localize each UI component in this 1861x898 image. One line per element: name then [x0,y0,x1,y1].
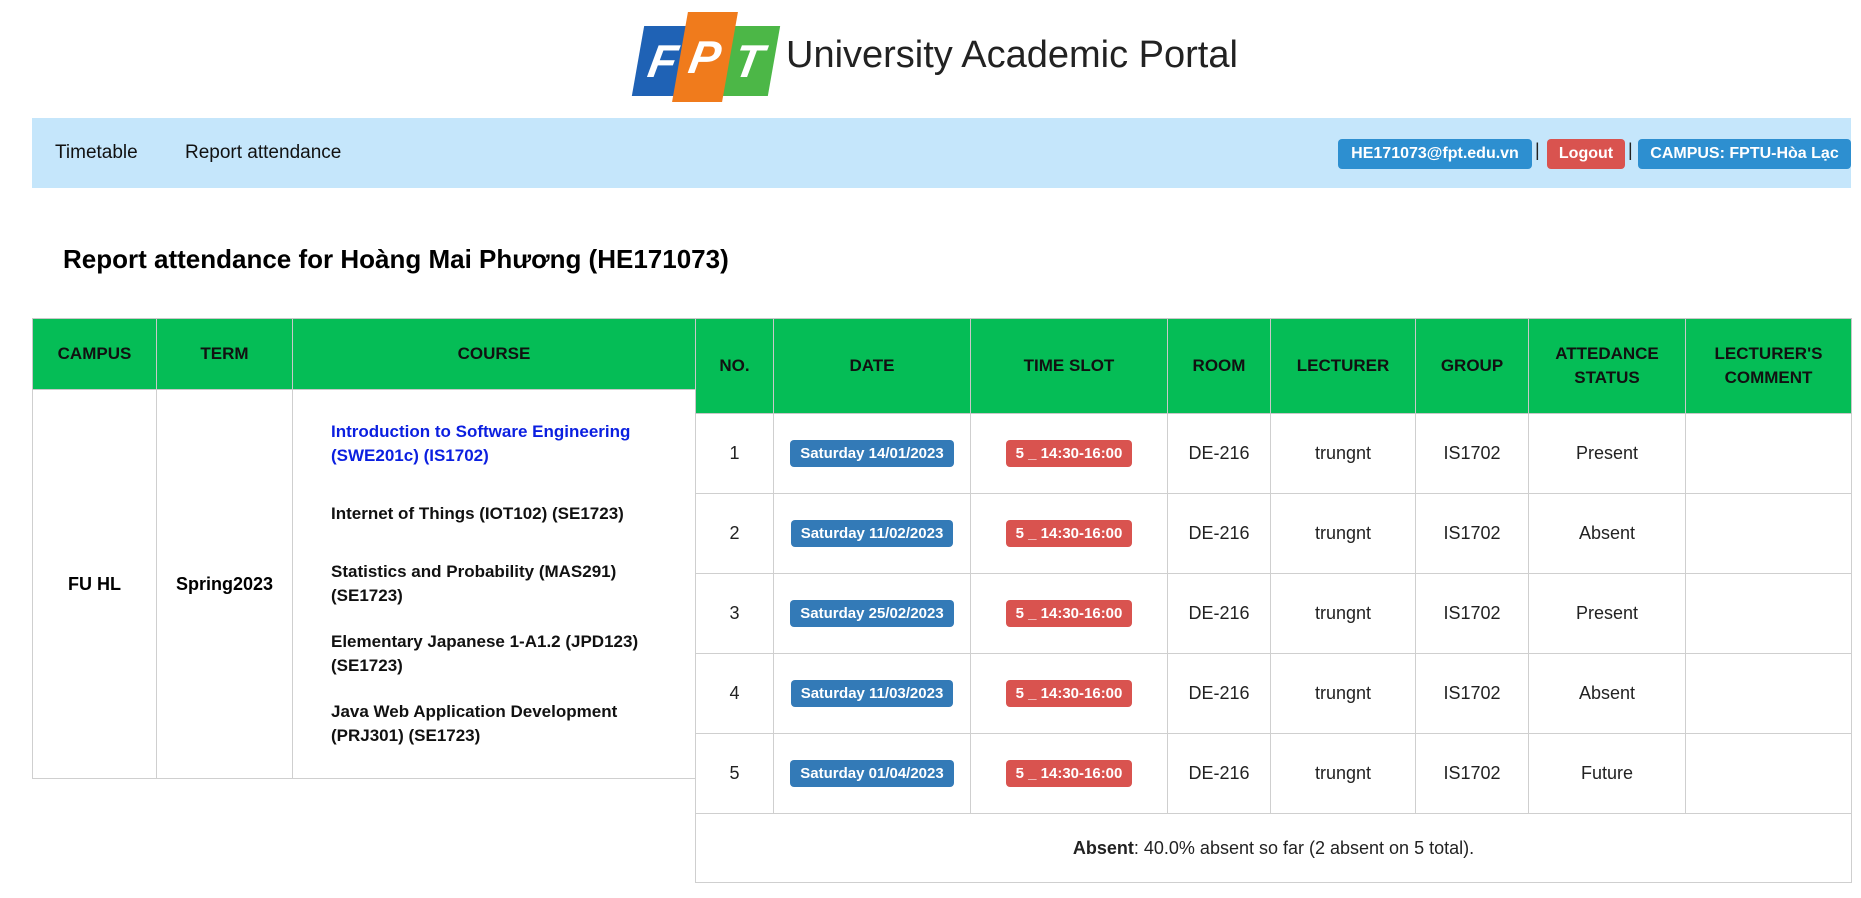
header-lecturer: LECTURER [1270,318,1416,414]
comment-cell [1685,493,1852,574]
portal-title: University Academic Portal [786,34,1238,76]
course-table: CAMPUS TERM COURSE FU HL Spring2023 Intr… [32,318,696,779]
lecturer-cell: trungnt [1270,413,1416,494]
group-cell: IS1702 [1415,733,1529,814]
campus-cell[interactable]: FU HL [32,389,157,779]
term-cell[interactable]: Spring2023 [156,389,293,779]
nav-separator: | [1628,140,1633,160]
time-slot-badge: 5 _ 14:30-16:00 [1005,760,1133,787]
course-link-swe201c[interactable]: Introduction to Software Engineering (SW… [331,420,679,468]
header-no: NO. [695,318,774,414]
status-cell: Present [1528,413,1686,494]
header-group: GROUP [1415,318,1529,414]
lecturer-cell: trungnt [1270,573,1416,654]
table-row: 2 Saturday 11/02/2023 5 _ 14:30-16:00 DE… [695,493,1852,574]
comment-cell [1685,573,1852,654]
nav-bar: Timetable Report attendance HE171073@fpt… [32,118,1851,188]
summary-text: : 40.0% absent so far (2 absent on 5 tot… [1133,837,1475,858]
date-badge: Saturday 01/04/2023 [790,760,954,787]
row-no: 2 [695,493,774,574]
status-cell: Absent [1528,493,1686,574]
header-term: TERM [156,318,293,390]
room-cell: DE-216 [1167,653,1271,734]
group-cell: IS1702 [1415,493,1529,574]
slot-cell: 5 _ 14:30-16:00 [970,493,1168,574]
date-badge: Saturday 11/02/2023 [790,520,954,547]
date-cell: Saturday 25/02/2023 [773,573,971,654]
course-link-iot102[interactable]: Internet of Things (IOT102) (SE1723) [331,490,679,538]
time-slot-badge: 5 _ 14:30-16:00 [1005,440,1133,467]
table-row: 3 Saturday 25/02/2023 5 _ 14:30-16:00 DE… [695,573,1852,654]
attendance-table: NO. DATE TIME SLOT ROOM LECTURER GROUP A… [695,318,1852,883]
summary-row: Absent: 40.0% absent so far (2 absent on… [695,813,1852,883]
nav-separator: | [1535,140,1540,160]
header-attendance-status: ATTEDANCE STATUS [1528,318,1686,414]
summary-label: Absent [1072,837,1134,858]
header-date: DATE [773,318,971,414]
date-cell: Saturday 14/01/2023 [773,413,971,494]
header-course: COURSE [292,318,696,390]
date-badge: Saturday 11/03/2023 [790,680,954,707]
lecturer-cell: trungnt [1270,733,1416,814]
slot-cell: 5 _ 14:30-16:00 [970,573,1168,654]
nav-timetable-link[interactable]: Timetable [55,142,138,164]
slot-cell: 5 _ 14:30-16:00 [970,733,1168,814]
course-link-prj301[interactable]: Java Web Application Development (PRJ301… [331,700,679,748]
group-cell: IS1702 [1415,653,1529,734]
course-link-jpd123[interactable]: Elementary Japanese 1-A1.2 (JPD123) (SE1… [331,630,679,678]
user-email-badge[interactable]: HE171073@fpt.edu.vn [1338,139,1532,169]
course-cell: Introduction to Software Engineering (SW… [292,389,696,779]
nav-report-attendance-link[interactable]: Report attendance [185,142,341,164]
room-cell: DE-216 [1167,733,1271,814]
date-badge: Saturday 14/01/2023 [790,440,954,467]
date-cell: Saturday 11/02/2023 [773,493,971,574]
time-slot-badge: 5 _ 14:30-16:00 [1005,520,1133,547]
group-cell: IS1702 [1415,573,1529,654]
course-list: Introduction to Software Engineering (SW… [293,390,695,778]
comment-cell [1685,733,1852,814]
header-campus: CAMPUS [32,318,157,390]
slot-cell: 5 _ 14:30-16:00 [970,653,1168,734]
lecturer-cell: trungnt [1270,493,1416,574]
room-cell: DE-216 [1167,573,1271,654]
fpt-logo[interactable]: F P T [630,12,781,104]
date-cell: Saturday 01/04/2023 [773,733,971,814]
course-link-mas291[interactable]: Statistics and Probability (MAS291) (SE1… [331,560,679,608]
comment-cell [1685,653,1852,734]
status-cell: Future [1528,733,1686,814]
page-title: Report attendance for Hoàng Mai Phương (… [63,244,729,274]
status-cell: Absent [1528,653,1686,734]
date-cell: Saturday 11/03/2023 [773,653,971,734]
table-row: 5 Saturday 01/04/2023 5 _ 14:30-16:00 DE… [695,733,1852,814]
row-no: 4 [695,653,774,734]
lecturer-cell: trungnt [1270,653,1416,734]
room-cell: DE-216 [1167,493,1271,574]
comment-cell [1685,413,1852,494]
slot-cell: 5 _ 14:30-16:00 [970,413,1168,494]
header-lecturer-comment: LECTURER'S COMMENT [1685,318,1852,414]
row-no: 1 [695,413,774,494]
group-cell: IS1702 [1415,413,1529,494]
room-cell: DE-216 [1167,413,1271,494]
table-row: 4 Saturday 11/03/2023 5 _ 14:30-16:00 DE… [695,653,1852,734]
time-slot-badge: 5 _ 14:30-16:00 [1005,600,1133,627]
status-cell: Present [1528,573,1686,654]
date-badge: Saturday 25/02/2023 [790,600,954,627]
table-row: 1 Saturday 14/01/2023 5 _ 14:30-16:00 DE… [695,413,1852,494]
header: F P T University Academic Portal [0,0,1861,118]
header-room: ROOM [1167,318,1271,414]
logout-button[interactable]: Logout [1547,139,1625,169]
header-time-slot: TIME SLOT [970,318,1168,414]
row-no: 3 [695,573,774,654]
row-no: 5 [695,733,774,814]
absent-summary: Absent: 40.0% absent so far (2 absent on… [695,813,1852,883]
time-slot-badge: 5 _ 14:30-16:00 [1005,680,1133,707]
campus-badge[interactable]: CAMPUS: FPTU-Hòa Lạc [1638,139,1851,169]
